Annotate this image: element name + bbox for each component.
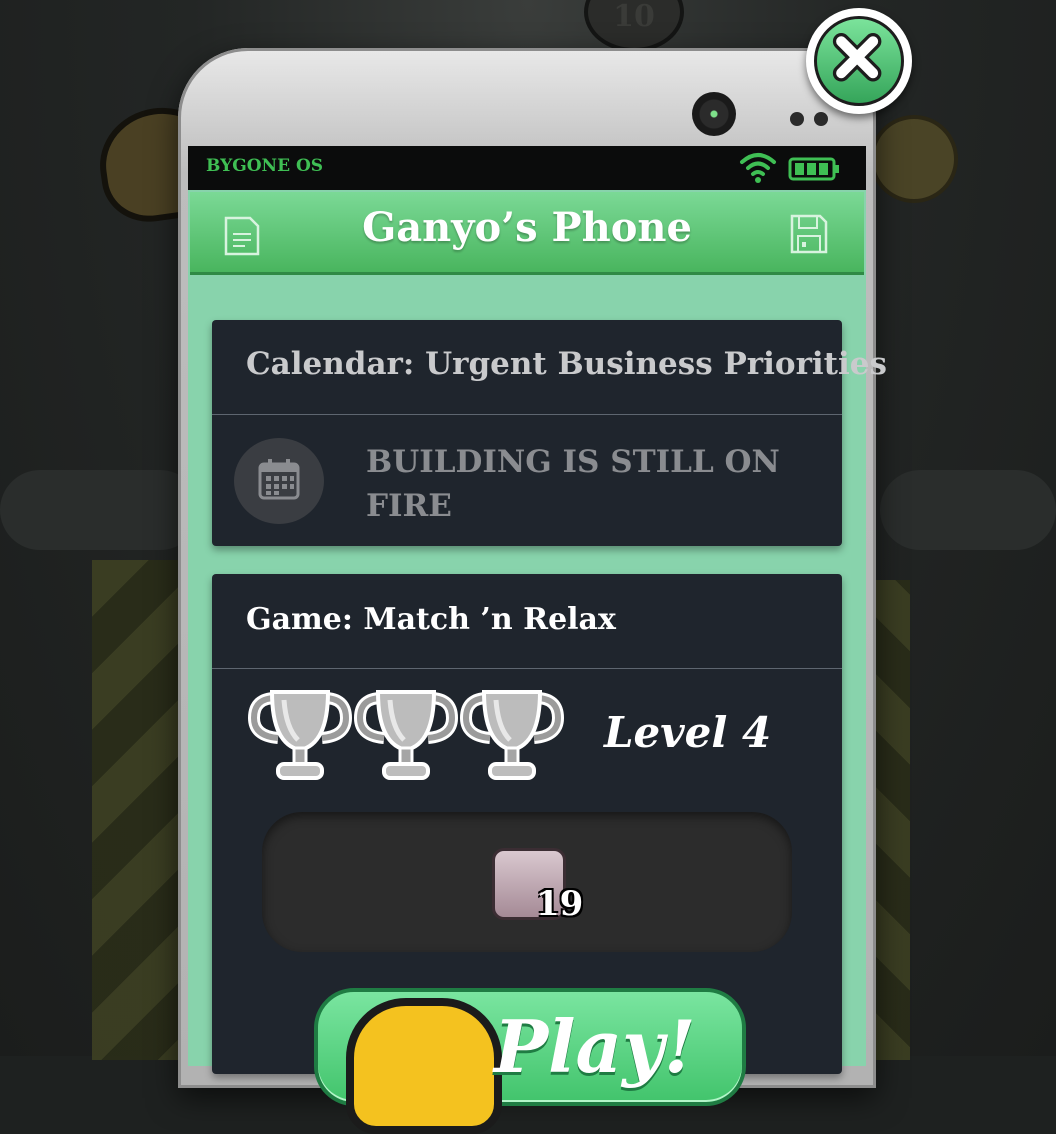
sensor-dot [790, 112, 804, 126]
background-stripes-left [92, 560, 192, 1060]
background-cloud [0, 470, 200, 550]
divider [212, 414, 842, 415]
heart-icon [346, 998, 502, 1134]
wifi-icon [740, 153, 776, 183]
background-plus-icon [870, 115, 958, 203]
calendar-icon [258, 459, 300, 500]
divider [212, 668, 842, 669]
trophy-icon [354, 690, 458, 780]
calendar-entry: BUILDING IS STILL ON FIRE [366, 444, 780, 524]
background-cloud [880, 470, 1056, 550]
play-button-label: Play! [494, 1004, 696, 1089]
close-button[interactable] [806, 8, 912, 114]
trophy-icon [248, 690, 352, 780]
trophy-icon [460, 690, 564, 780]
save-icon[interactable] [788, 212, 830, 256]
battery-icon [788, 157, 839, 181]
page-title: Ganyo’s Phone [362, 204, 692, 251]
close-button-face [814, 16, 904, 106]
camera-icon [692, 92, 736, 136]
game-heading: Game: Match ’n Relax [246, 602, 616, 637]
sensor-dot [814, 112, 828, 126]
os-name: BYGONE OS [206, 156, 324, 176]
tile-count: 19 [536, 884, 584, 924]
level-label: Level 4 [604, 708, 772, 757]
calendar-heading: Calendar: Urgent Business Priorities [246, 346, 887, 382]
close-icon [832, 33, 882, 82]
